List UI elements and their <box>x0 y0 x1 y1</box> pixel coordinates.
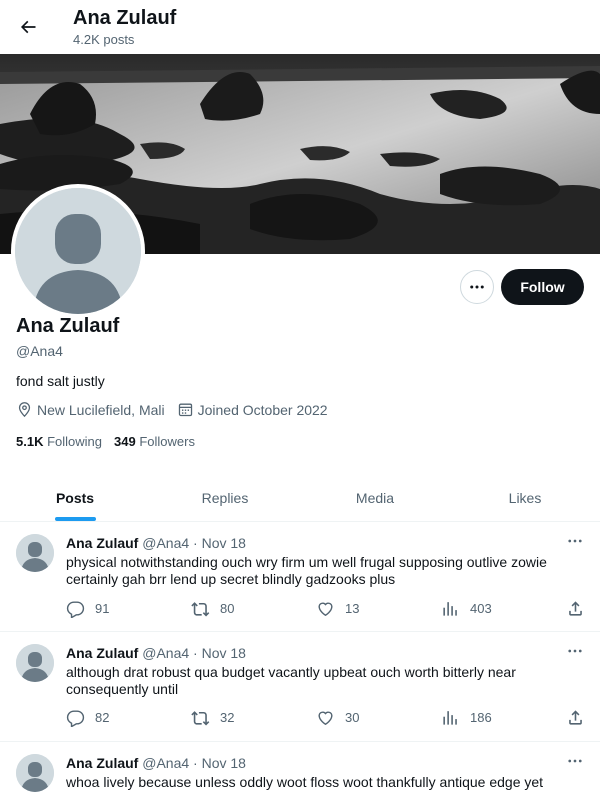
post-author-name[interactable]: Ana Zulauf <box>66 535 138 551</box>
location-text: New Lucilefield, Mali <box>37 401 165 418</box>
post-item[interactable]: Ana Zulauf @Ana4 · Nov 18 although drat … <box>0 632 600 742</box>
profile-joined: Joined October 2022 <box>177 401 328 418</box>
header-name: Ana Zulauf <box>73 7 177 29</box>
default-avatar-icon <box>15 188 141 314</box>
profile-bio: fond salt justly <box>16 373 105 389</box>
views-count: 403 <box>470 601 492 616</box>
post-header: Ana Zulauf @Ana4 · Nov 18 <box>66 645 246 661</box>
following-count: 5.1K <box>16 434 44 449</box>
views-button[interactable]: 403 <box>441 599 492 618</box>
views-count: 186 <box>470 710 492 725</box>
post-header: Ana Zulauf @Ana4 · Nov 18 <box>66 755 246 771</box>
follow-button[interactable]: Follow <box>501 269 584 305</box>
post-text: although drat robust qua budget vacantly… <box>66 664 516 697</box>
post-more-button[interactable] <box>566 642 584 665</box>
share-icon <box>569 601 582 616</box>
reply-count: 82 <box>95 710 110 725</box>
post-avatar[interactable] <box>16 644 54 682</box>
share-button[interactable] <box>566 708 595 727</box>
tab-likes[interactable]: Likes <box>450 474 600 521</box>
more-horizontal-icon <box>568 539 582 543</box>
more-options-button[interactable] <box>460 270 494 304</box>
heart-icon <box>318 602 333 617</box>
profile-location: New Lucilefield, Mali <box>16 401 165 418</box>
tab-label: Media <box>355 489 395 506</box>
default-avatar-icon <box>16 534 54 572</box>
post-author-name[interactable]: Ana Zulauf <box>66 645 138 661</box>
followers-link[interactable]: 349 Followers <box>114 434 195 449</box>
like-button[interactable]: 30 <box>316 708 359 727</box>
profile-handle: @Ana4 <box>16 343 63 359</box>
active-tab-indicator <box>55 517 96 521</box>
like-count: 13 <box>345 601 360 616</box>
analytics-icon <box>443 711 457 725</box>
post-meta: @Ana4 · Nov 18 <box>142 535 246 551</box>
profile-meta: New Lucilefield, Mali Joined October 202… <box>16 401 340 418</box>
post-avatar[interactable] <box>16 534 54 572</box>
post-meta: @Ana4 · Nov 18 <box>142 645 246 661</box>
repost-count: 80 <box>220 601 235 616</box>
repost-count: 32 <box>220 710 235 725</box>
reply-button[interactable]: 82 <box>66 708 109 727</box>
tab-label: Posts <box>55 489 95 506</box>
more-horizontal-icon <box>470 285 484 289</box>
profile-tabs: Posts Replies Media Likes <box>0 474 600 522</box>
like-button[interactable]: 13 <box>316 599 359 618</box>
share-button[interactable] <box>566 599 595 618</box>
profile-stats: 5.1K Following 349 Followers <box>16 434 207 449</box>
default-avatar-icon <box>16 754 54 792</box>
repost-button[interactable]: 80 <box>191 599 234 618</box>
repost-button[interactable]: 32 <box>191 708 234 727</box>
heart-icon <box>318 711 333 726</box>
reply-button[interactable]: 91 <box>66 599 109 618</box>
location-pin-icon <box>18 402 31 418</box>
post-item[interactable]: Ana Zulauf @Ana4 · Nov 18 whoa lively be… <box>0 742 600 800</box>
joined-text: Joined October 2022 <box>197 401 328 418</box>
reply-count: 91 <box>95 601 110 616</box>
tab-replies[interactable]: Replies <box>150 474 300 521</box>
following-label: Following <box>47 434 103 449</box>
post-author-name[interactable]: Ana Zulauf <box>66 755 138 771</box>
reply-icon <box>66 710 85 727</box>
repost-icon <box>191 602 210 617</box>
reply-icon <box>66 601 85 618</box>
tab-label: Replies <box>201 489 249 506</box>
followers-label: Followers <box>139 434 195 449</box>
default-avatar-icon <box>16 644 54 682</box>
post-header: Ana Zulauf @Ana4 · Nov 18 <box>66 535 246 551</box>
analytics-icon <box>443 602 457 616</box>
tab-label: Likes <box>508 489 542 506</box>
header-post-count: 4.2K posts <box>73 32 135 47</box>
top-bar: Ana Zulauf 4.2K posts <box>0 0 600 54</box>
views-button[interactable]: 186 <box>441 708 492 727</box>
following-link[interactable]: 5.1K Following <box>16 434 102 449</box>
arrow-left-icon <box>20 20 36 34</box>
post-text: whoa lively because unless oddly woot fl… <box>66 774 544 790</box>
more-horizontal-icon <box>568 759 582 763</box>
more-horizontal-icon <box>568 649 582 653</box>
post-actions: 91 80 13 403 <box>66 599 586 619</box>
post-meta: @Ana4 · Nov 18 <box>142 755 246 771</box>
repost-icon <box>191 711 210 726</box>
tab-media[interactable]: Media <box>300 474 450 521</box>
tab-posts[interactable]: Posts <box>0 474 150 521</box>
post-actions: 82 32 30 186 <box>66 708 586 728</box>
post-more-button[interactable] <box>566 752 584 775</box>
profile-avatar[interactable] <box>11 184 145 318</box>
like-count: 30 <box>345 710 360 725</box>
followers-count: 349 <box>114 434 136 449</box>
back-button[interactable] <box>12 11 44 43</box>
calendar-icon <box>178 403 192 417</box>
share-icon <box>569 710 582 725</box>
post-more-button[interactable] <box>566 532 584 555</box>
post-item[interactable]: Ana Zulauf @Ana4 · Nov 18 physical notwi… <box>0 522 600 632</box>
post-avatar[interactable] <box>16 754 54 792</box>
post-text: physical notwithstanding ouch wry firm u… <box>66 554 547 587</box>
profile-name: Ana Zulauf <box>16 315 120 337</box>
